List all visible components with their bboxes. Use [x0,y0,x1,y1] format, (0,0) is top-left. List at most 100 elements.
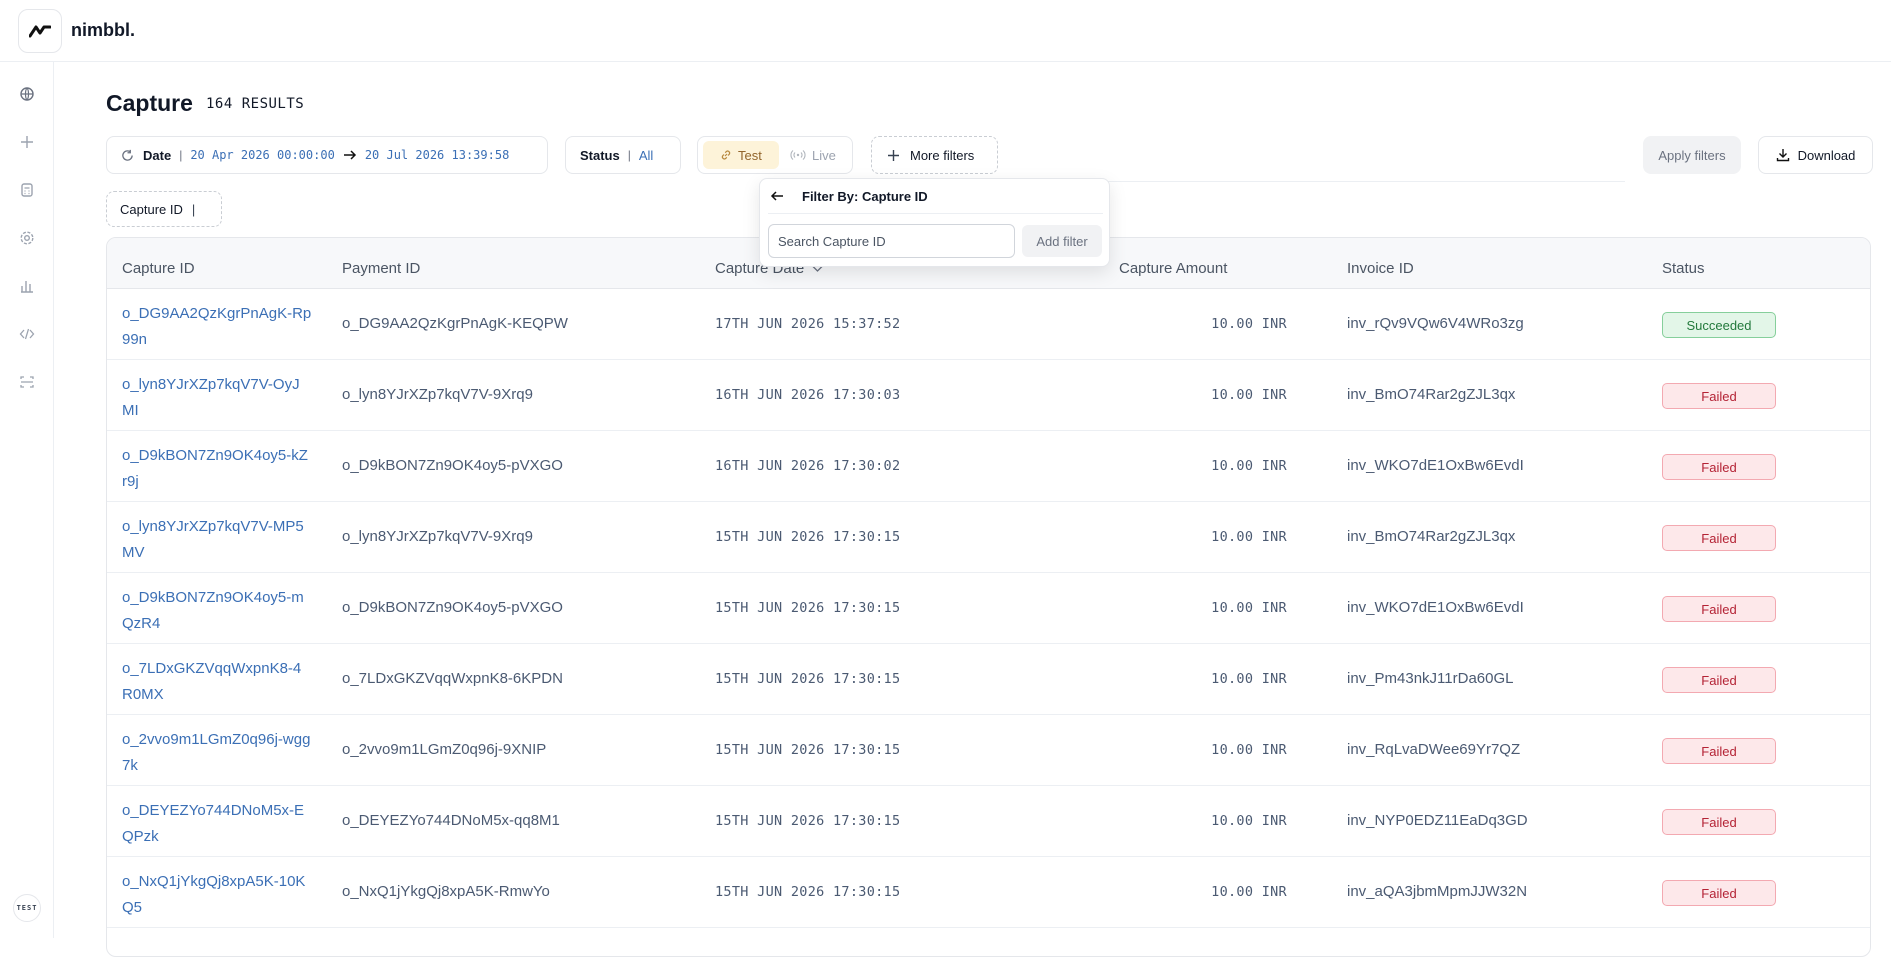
refresh-icon [122,149,133,161]
capture-id-filter-popover: Filter By: Capture ID Add filter [759,178,1110,267]
nimbbl-logo-icon [29,25,51,38]
status-badge: Failed [1662,383,1776,409]
arrow-right-icon [343,150,356,160]
capture-amount-cell: 10.00 INR [1211,813,1287,829]
capture-id-link[interactable]: o_lyn8YJrXZp7kqV7V-OyJMI [122,372,312,424]
result-count: 164 RESULTS [206,96,305,112]
capture-id-search-input[interactable] [768,224,1015,258]
date-filter[interactable]: Date | 20 Apr 2026 00:00:00 20 Jul 2026 … [106,136,548,174]
table-row[interactable]: o_DG9AA2QzKgrPnAgK-Rp99n o_DG9AA2QzKgrPnA… [107,289,1870,360]
date-to: 20 Jul 2026 13:39:58 [364,148,510,162]
capture-date-cell: 16TH JUN 2026 17:30:03 [715,387,901,403]
invoice-id-cell: inv_RqLvaDWee69Yr7QZ [1347,741,1521,758]
capture-id-link[interactable]: o_D9kBON7Zn9OK4oy5-mQzR4 [122,585,312,637]
payment-id-cell: o_2vvo9m1LGmZ0q96j-9XNIP [342,741,547,758]
capture-id-link[interactable]: o_lyn8YJrXZp7kqV7V-MP5MV [122,514,312,566]
capture-amount-cell: 10.00 INR [1211,671,1287,687]
mode-live-label: Live [812,147,836,163]
capture-amount-cell: 10.00 INR [1211,529,1287,545]
table-row[interactable]: o_NxQ1jYkgQj8xpA5K-10KQ5 o_NxQ1jYkgQj8xpA… [107,857,1870,928]
broadcast-icon [790,150,806,160]
plus-icon[interactable] [17,132,37,152]
download-icon [1776,149,1789,162]
popover-title: Filter By: Capture ID [802,189,928,204]
mode-toggle: Test Live [697,136,853,174]
table-row[interactable]: o_lyn8YJrXZp7kqV7V-OyJMI o_lyn8YJrXZp7kqV… [107,360,1870,431]
capture-id-link[interactable]: o_7LDxGKZVqqWxpnK8-4R0MX [122,656,312,708]
capture-id-link[interactable]: o_DEYEZYo744DNoM5x-EQPzk [122,798,312,850]
more-filters-label: More filters [910,147,975,163]
settings-icon[interactable] [17,228,37,248]
invoice-id-cell: inv_WKO7dE1OxBw6EvdI [1347,599,1524,616]
invoice-id-cell: inv_rQv9VQw6V4WRo3zg [1347,315,1524,332]
column-header-capture-id: Capture ID [122,260,195,277]
capture-date-cell: 15TH JUN 2026 17:30:15 [715,529,901,545]
capture-date-cell: 15TH JUN 2026 17:30:15 [715,813,901,829]
date-filter-separator: | [179,148,183,162]
globe-icon[interactable] [17,84,37,104]
payment-id-cell: o_lyn8YJrXZp7kqV7V-9Xrq9 [342,386,533,403]
download-button[interactable]: Download [1758,136,1873,174]
add-filter-button[interactable]: Add filter [1022,225,1102,257]
mode-live-button[interactable]: Live [779,141,847,169]
page-title: Capture [106,90,193,116]
capture-id-chip-label: Capture ID [120,201,183,217]
capture-date-cell: 17TH JUN 2026 15:37:52 [715,316,901,332]
date-filter-label: Date [143,147,172,163]
table-row[interactable]: o_D9kBON7Zn9OK4oy5-kZr9j o_D9kBON7Zn9OK4o… [107,431,1870,502]
status-badge: Failed [1662,667,1776,693]
top-bar: nimbbl. [0,0,1891,62]
capture-amount-cell: 10.00 INR [1211,387,1287,403]
status-filter[interactable]: Status | All [565,136,681,174]
bar-chart-icon[interactable] [17,276,37,296]
invoice-id-cell: inv_NYP0EDZ11EaDq3GD [1347,812,1528,829]
status-badge: Failed [1662,525,1776,551]
payment-id-cell: o_D9kBON7Zn9OK4oy5-pVXGO [342,599,563,616]
capture-amount-cell: 10.00 INR [1211,458,1287,474]
table-row[interactable]: o_DEYEZYo744DNoM5x-EQPzk o_DEYEZYo744DNoM… [107,786,1870,857]
table-row[interactable]: o_D9kBON7Zn9OK4oy5-mQzR4 o_D9kBON7Zn9OK4o… [107,573,1870,644]
capture-date-cell: 15TH JUN 2026 17:30:15 [715,671,901,687]
status-filter-separator: | [627,148,631,162]
capture-amount-cell: 10.00 INR [1211,316,1287,332]
code-icon[interactable] [17,324,37,344]
scan-icon[interactable] [17,372,37,392]
payment-id-cell: o_DG9AA2QzKgrPnAgK-KEQPW [342,315,568,332]
payment-id-cell: o_DEYEZYo744DNoM5x-qq8M1 [342,812,560,829]
status-badge: Failed [1662,596,1776,622]
plus-icon [888,149,899,161]
payment-id-cell: o_7LDxGKZVqqWxpnK8-6KPDN [342,670,563,687]
capture-id-link[interactable]: o_2vvo9m1LGmZ0q96j-wgg7k [122,727,312,779]
capture-id-link[interactable]: o_D9kBON7Zn9OK4oy5-kZr9j [122,443,312,495]
link-icon [721,150,731,160]
capture-date-cell: 15TH JUN 2026 17:30:15 [715,742,901,758]
payment-id-cell: o_lyn8YJrXZp7kqV7V-9Xrq9 [342,528,533,545]
capture-id-link[interactable]: o_DG9AA2QzKgrPnAgK-Rp99n [122,301,312,353]
status-badge: Failed [1662,454,1776,480]
invoice-id-cell: inv_WKO7dE1OxBw6EvdI [1347,457,1524,474]
status-badge: Succeeded [1662,312,1776,338]
back-arrow-icon[interactable] [769,188,785,204]
mode-test-button[interactable]: Test [703,141,779,169]
capture-id-chip-separator: | [191,201,196,217]
table-row[interactable]: o_7LDxGKZVqqWxpnK8-4R0MX o_7LDxGKZVqqWxpn… [107,644,1870,715]
table-row[interactable]: o_lyn8YJrXZp7kqV7V-MP5MV o_lyn8YJrXZp7kqV… [107,502,1870,573]
table-row[interactable]: o_2vvo9m1LGmZ0q96j-wgg7k o_2vvo9m1LGmZ0q9… [107,715,1870,786]
status-badge: Failed [1662,738,1776,764]
sidebar: TEST [0,62,54,938]
capture-date-cell: 15TH JUN 2026 17:30:15 [715,884,901,900]
capture-id-link[interactable]: o_NxQ1jYkgQj8xpA5K-10KQ5 [122,869,312,921]
apply-filters-button[interactable]: Apply filters [1643,136,1741,174]
capture-id-filter-chip[interactable]: Capture ID | [106,191,222,227]
payment-id-cell: o_NxQ1jYkgQj8xpA5K-RmwYo [342,883,550,900]
brand-name: nimbbl. [71,20,135,40]
capture-date-cell: 15TH JUN 2026 17:30:15 [715,600,901,616]
logo[interactable] [18,9,62,53]
capture-amount-cell: 10.00 INR [1211,884,1287,900]
capture-table: Capture ID Payment ID Capture Date Captu… [106,237,1871,957]
test-mode-badge[interactable]: TEST [13,894,41,922]
more-filters-button[interactable]: More filters [871,136,998,174]
calculator-icon[interactable] [17,180,37,200]
mode-test-label: Test [738,147,762,163]
column-header-status: Status [1662,260,1705,277]
